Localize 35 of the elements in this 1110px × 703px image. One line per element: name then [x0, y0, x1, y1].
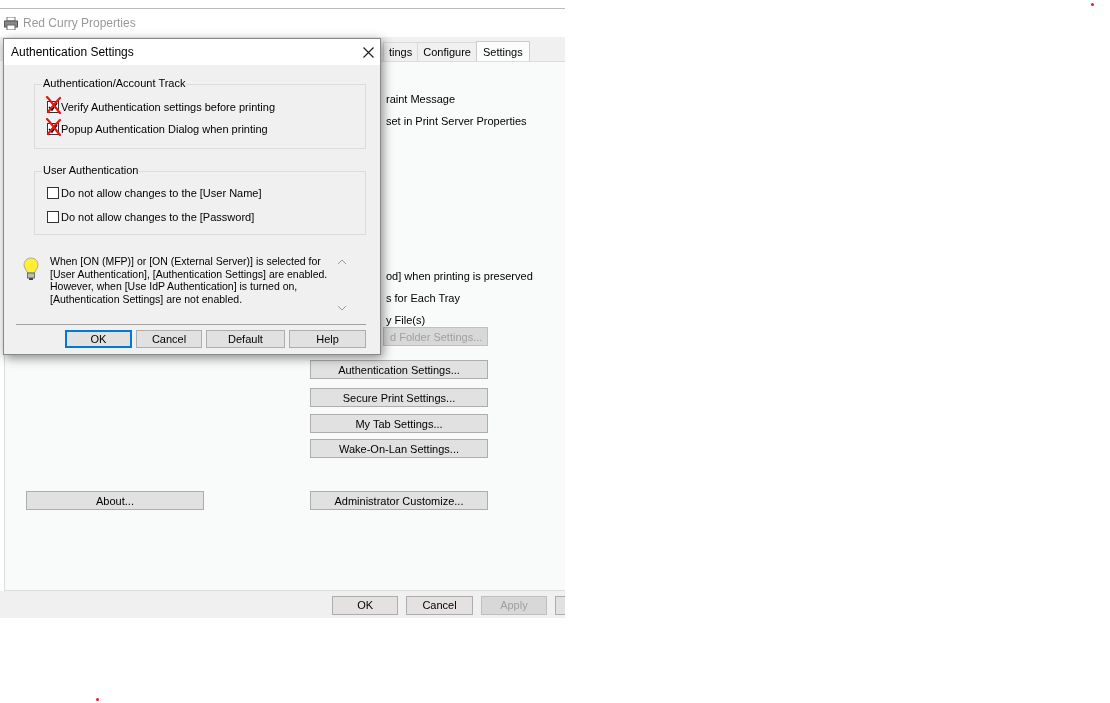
dialog-button[interactable]: Cancel [136, 330, 202, 348]
about-button[interactable]: About... [26, 491, 204, 510]
administrator-customize-button[interactable]: Administrator Customize... [310, 491, 488, 510]
option-label: od] when printing is preserved [386, 270, 533, 282]
dialog-button[interactable]: OK [65, 330, 132, 348]
checkbox-label: Do not allow changes to the [User Name] [61, 187, 262, 199]
printer-icon [4, 16, 18, 30]
checkbox[interactable] [47, 187, 59, 199]
info-text: When [ON (MFP)] or [ON (External Server)] is selected for [User Authentication], [Authentication Settings] are enabled. However, when [Use IdP Authentication] is turned on, [Authentication Settings] are not enabled. [50, 255, 329, 305]
checkbox-label: Popup Authentication Dialog when printing [61, 123, 268, 135]
group-label: Authentication/Account Track [42, 77, 187, 89]
annotation-dot [1091, 3, 1094, 6]
dialog-button[interactable]: Default [206, 330, 285, 348]
settings-button[interactable]: Wake-On-Lan Settings... [310, 439, 488, 458]
option-label: set in Print Server Properties [386, 115, 527, 127]
checkbox-label: Do not allow changes to the [Password] [61, 211, 255, 223]
settings-button[interactable]: My Tab Settings... [310, 414, 488, 433]
checkbox-label: Verify Authentication settings before printing [61, 101, 276, 113]
close-icon[interactable] [363, 46, 374, 58]
option-label: y File(s) [386, 314, 426, 326]
option-label: raint Message [386, 93, 456, 105]
footer-button[interactable]: Cancel [406, 595, 473, 615]
footer-button[interactable]: OK [332, 595, 399, 615]
tab[interactable]: Configure [417, 42, 477, 61]
checkbox[interactable] [47, 211, 59, 223]
dialog-button[interactable]: Help [289, 330, 366, 348]
dialog-title: Authentication Settings [11, 45, 134, 59]
annotation-dot [96, 698, 99, 701]
settings-button[interactable]: Secure Print Settings... [310, 388, 488, 407]
group-label: User Authentication [42, 164, 140, 176]
tab[interactable]: tings [383, 42, 419, 61]
option-label: s for Each Tray [386, 292, 460, 304]
window-title: Red Curry Properties [23, 16, 136, 30]
settings-button[interactable]: Authentication Settings... [310, 360, 488, 379]
lightbulb-icon [23, 257, 39, 281]
